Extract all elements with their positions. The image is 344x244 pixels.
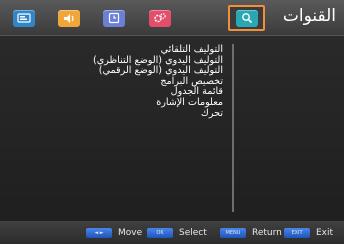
menu-item-auto-tuning[interactable]: التوليف التلقائي xyxy=(33,44,223,56)
arrows-key-icon: ◄ ► xyxy=(86,228,112,238)
search-icon xyxy=(235,9,258,27)
hint-select: OK Select xyxy=(147,226,207,240)
tab-picture[interactable] xyxy=(5,5,42,31)
menu-tab-bar: القنوات xyxy=(0,0,344,36)
exit-key-icon: EXIT xyxy=(284,228,310,238)
hint-move-label: Move xyxy=(118,228,143,238)
page-title: القنوات xyxy=(282,6,336,26)
tab-time[interactable] xyxy=(95,5,132,31)
hint-select-label: Select xyxy=(179,228,207,238)
channel-menu: التوليف التلقائي التوليف اليدوي (الوضع ا… xyxy=(33,44,223,120)
hint-exit: EXIT Exit xyxy=(284,226,333,240)
tab-channel[interactable] xyxy=(228,5,265,31)
panel-divider xyxy=(232,44,234,212)
speaker-icon xyxy=(57,9,80,27)
menu-key-icon: MENU xyxy=(220,228,246,238)
tv-osd-screen: القنوات التوليف التلقائي التوليف اليدوي … xyxy=(0,0,344,244)
menu-item-signal-information[interactable]: معلومات الإشارة xyxy=(33,97,223,109)
key-hint-bar: ◄ ► Move OK Select MENU Return EXIT Exit xyxy=(0,221,344,244)
tab-settings[interactable] xyxy=(141,5,178,31)
hint-move: ◄ ► Move xyxy=(86,226,142,240)
hint-exit-label: Exit xyxy=(316,228,334,238)
tab-sound[interactable] xyxy=(50,5,87,31)
ok-key-icon: OK xyxy=(147,228,173,238)
picture-icon xyxy=(12,9,35,27)
hint-return-label: Return xyxy=(252,228,282,238)
gear-icon xyxy=(148,9,171,27)
hint-return: MENU Return xyxy=(220,226,282,240)
clock-icon xyxy=(102,9,125,27)
menu-item-move[interactable]: تحرك xyxy=(33,108,223,120)
